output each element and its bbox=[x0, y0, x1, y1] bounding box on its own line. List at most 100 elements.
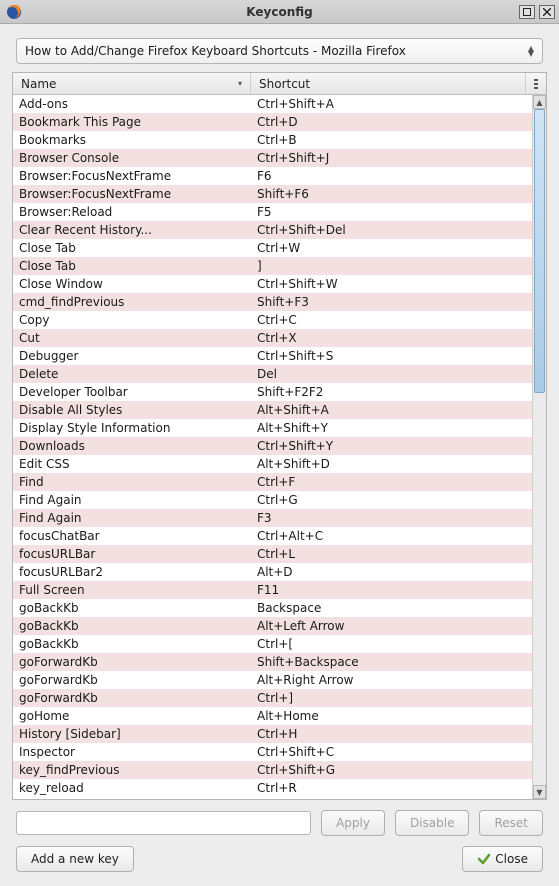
cell-name: key_reload bbox=[13, 781, 251, 795]
cell-shortcut: Alt+D bbox=[251, 565, 532, 579]
table-row[interactable]: Browser:ReloadF5 bbox=[13, 203, 532, 221]
cell-shortcut: Alt+Left Arrow bbox=[251, 619, 532, 633]
table-row[interactable]: Clear Recent History...Ctrl+Shift+Del bbox=[13, 221, 532, 239]
cell-shortcut: Ctrl+H bbox=[251, 727, 532, 741]
cell-name: Cut bbox=[13, 331, 251, 345]
column-header-shortcut[interactable]: Shortcut bbox=[251, 73, 526, 94]
cell-name: goHome bbox=[13, 709, 251, 723]
context-window-select[interactable]: How to Add/Change Firefox Keyboard Short… bbox=[16, 38, 543, 64]
cell-name: goBackKb bbox=[13, 637, 251, 651]
cell-name: goForwardKb bbox=[13, 673, 251, 687]
table-row[interactable]: BookmarksCtrl+B bbox=[13, 131, 532, 149]
reset-button[interactable]: Reset bbox=[479, 810, 543, 836]
cell-shortcut: Shift+F2F2 bbox=[251, 385, 532, 399]
bottom-row: Add a new key Close bbox=[12, 846, 547, 876]
cell-shortcut: Alt+Shift+A bbox=[251, 403, 532, 417]
cell-name: Downloads bbox=[13, 439, 251, 453]
table-row[interactable]: Bookmark This PageCtrl+D bbox=[13, 113, 532, 131]
table-row[interactable]: Edit CSSAlt+Shift+D bbox=[13, 455, 532, 473]
cell-name: Full Screen bbox=[13, 583, 251, 597]
table-row[interactable]: focusURLBarCtrl+L bbox=[13, 545, 532, 563]
window-title: Keyconfig bbox=[0, 5, 559, 19]
cell-shortcut: F5 bbox=[251, 205, 532, 219]
table-row[interactable]: goHomeAlt+Home bbox=[13, 707, 532, 725]
edit-row: Apply Disable Reset bbox=[12, 810, 547, 846]
cell-shortcut: F3 bbox=[251, 511, 532, 525]
add-key-button[interactable]: Add a new key bbox=[16, 846, 134, 872]
table-row[interactable]: Close Tab] bbox=[13, 257, 532, 275]
table-row[interactable]: Find AgainF3 bbox=[13, 509, 532, 527]
table-row[interactable]: Developer ToolbarShift+F2F2 bbox=[13, 383, 532, 401]
column-header-name[interactable]: Name ▾ bbox=[13, 73, 251, 94]
table-row[interactable]: InspectorCtrl+Shift+C bbox=[13, 743, 532, 761]
column-picker-button[interactable] bbox=[526, 73, 546, 94]
table-body[interactable]: Add-onsCtrl+Shift+ABookmark This PageCtr… bbox=[13, 95, 532, 799]
scroll-track[interactable] bbox=[533, 109, 546, 785]
cell-shortcut: Del bbox=[251, 367, 532, 381]
cell-name: Debugger bbox=[13, 349, 251, 363]
cell-shortcut: Ctrl+W bbox=[251, 241, 532, 255]
table-row[interactable]: Close TabCtrl+W bbox=[13, 239, 532, 257]
table-row[interactable]: goBackKbBackspace bbox=[13, 599, 532, 617]
table-row[interactable]: Find AgainCtrl+G bbox=[13, 491, 532, 509]
shortcut-table: Name ▾ Shortcut Add-onsCtrl+Shift+ABookm… bbox=[12, 72, 547, 800]
table-row[interactable]: Disable All StylesAlt+Shift+A bbox=[13, 401, 532, 419]
table-row[interactable]: goForwardKbCtrl+] bbox=[13, 689, 532, 707]
table-row[interactable]: Add-onsCtrl+Shift+A bbox=[13, 95, 532, 113]
table-row[interactable]: focusChatBarCtrl+Alt+C bbox=[13, 527, 532, 545]
table-row[interactable]: key_reloadCtrl+R bbox=[13, 779, 532, 797]
scroll-thumb[interactable] bbox=[534, 109, 545, 393]
scroll-up-button[interactable]: ▲ bbox=[533, 95, 546, 109]
close-window-button[interactable] bbox=[539, 5, 555, 19]
apply-button[interactable]: Apply bbox=[321, 810, 385, 836]
table-row[interactable]: CopyCtrl+C bbox=[13, 311, 532, 329]
table-row[interactable]: Display Style InformationAlt+Shift+Y bbox=[13, 419, 532, 437]
cell-name: Display Style Information bbox=[13, 421, 251, 435]
shortcut-input[interactable] bbox=[16, 811, 311, 835]
table-header: Name ▾ Shortcut bbox=[13, 73, 546, 95]
table-row[interactable]: DeleteDel bbox=[13, 365, 532, 383]
cell-shortcut: Ctrl+G bbox=[251, 493, 532, 507]
cell-shortcut: Ctrl+Shift+Y bbox=[251, 439, 532, 453]
table-row[interactable]: goBackKbCtrl+[ bbox=[13, 635, 532, 653]
table-row[interactable]: DebuggerCtrl+Shift+S bbox=[13, 347, 532, 365]
scroll-down-button[interactable]: ▼ bbox=[533, 785, 546, 799]
cell-name: Edit CSS bbox=[13, 457, 251, 471]
table-row[interactable]: Full ScreenF11 bbox=[13, 581, 532, 599]
cell-name: Browser:FocusNextFrame bbox=[13, 187, 251, 201]
cell-name: key_findPrevious bbox=[13, 763, 251, 777]
cell-shortcut: Alt+Shift+D bbox=[251, 457, 532, 471]
cell-name: focusChatBar bbox=[13, 529, 251, 543]
close-button[interactable]: Close bbox=[462, 846, 543, 872]
table-row[interactable]: Browser:FocusNextFrameF6 bbox=[13, 167, 532, 185]
cell-name: Browser Console bbox=[13, 151, 251, 165]
table-row[interactable]: focusURLBar2Alt+D bbox=[13, 563, 532, 581]
disable-button[interactable]: Disable bbox=[395, 810, 470, 836]
table-row[interactable]: CutCtrl+X bbox=[13, 329, 532, 347]
cell-shortcut: Ctrl+D bbox=[251, 115, 532, 129]
column-header-shortcut-label: Shortcut bbox=[259, 77, 310, 91]
table-row[interactable]: goBackKbAlt+Left Arrow bbox=[13, 617, 532, 635]
table-row[interactable]: goForwardKbShift+Backspace bbox=[13, 653, 532, 671]
table-row[interactable]: History [Sidebar]Ctrl+H bbox=[13, 725, 532, 743]
cell-name: Bookmarks bbox=[13, 133, 251, 147]
table-row[interactable]: Browser ConsoleCtrl+Shift+J bbox=[13, 149, 532, 167]
cell-shortcut: Backspace bbox=[251, 601, 532, 615]
cell-name: goBackKb bbox=[13, 601, 251, 615]
cell-shortcut: Ctrl+R bbox=[251, 781, 532, 795]
cell-name: Find Again bbox=[13, 511, 251, 525]
table-row[interactable]: cmd_findPreviousShift+F3 bbox=[13, 293, 532, 311]
table-row[interactable]: goForwardKbAlt+Right Arrow bbox=[13, 671, 532, 689]
table-row[interactable]: key_findPreviousCtrl+Shift+G bbox=[13, 761, 532, 779]
maximize-button[interactable] bbox=[519, 5, 535, 19]
titlebar: Keyconfig bbox=[0, 0, 559, 24]
vertical-scrollbar[interactable]: ▲ ▼ bbox=[532, 95, 546, 799]
table-row[interactable]: Browser:FocusNextFrameShift+F6 bbox=[13, 185, 532, 203]
cell-name: Developer Toolbar bbox=[13, 385, 251, 399]
cell-name: focusURLBar bbox=[13, 547, 251, 561]
table-row[interactable]: FindCtrl+F bbox=[13, 473, 532, 491]
table-row[interactable]: Close WindowCtrl+Shift+W bbox=[13, 275, 532, 293]
cell-shortcut: Ctrl+Alt+C bbox=[251, 529, 532, 543]
table-row[interactable]: DownloadsCtrl+Shift+Y bbox=[13, 437, 532, 455]
sort-indicator-icon: ▾ bbox=[238, 79, 242, 88]
